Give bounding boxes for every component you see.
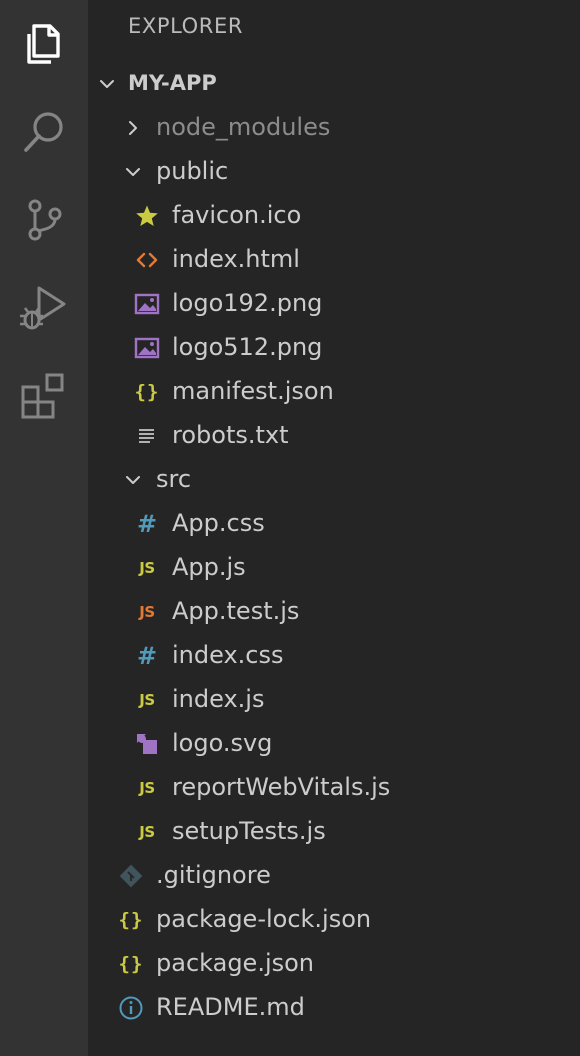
html-icon (134, 246, 160, 274)
css-icon: # (136, 510, 158, 538)
file-setuptests-js[interactable]: JS setupTests.js (88, 810, 580, 854)
tree-item-label: logo192.png (172, 289, 323, 317)
workspace-section-header[interactable]: MY-APP (88, 62, 580, 106)
js-icon: JS (139, 779, 155, 797)
chevron-right-icon (129, 121, 137, 135)
extensions-icon (21, 373, 64, 419)
files-icon (27, 24, 60, 64)
explorer-activity-button[interactable] (0, 0, 88, 88)
chevron-down-icon (100, 80, 114, 88)
file-logo192-png[interactable]: logo192.png (88, 282, 580, 326)
file-gitignore[interactable]: .gitignore (88, 854, 580, 898)
file-package-lock-json[interactable]: {} package-lock.json (88, 898, 580, 942)
explorer-sidebar: EXPLORER MY-APP node_modulespublic favico… (88, 0, 580, 1056)
chevron-down-icon (126, 168, 140, 176)
source-control-activity-button[interactable] (0, 176, 88, 264)
file-app-js[interactable]: JS App.js (88, 546, 580, 590)
json-icon: {} (118, 953, 144, 975)
file-favicon-ico[interactable]: favicon.ico (88, 194, 580, 238)
extensions-activity-button[interactable] (0, 352, 88, 440)
file-package-json[interactable]: {} package.json (88, 942, 580, 986)
tree-item-label: App.test.js (172, 597, 300, 625)
file-index-html[interactable]: index.html (88, 238, 580, 282)
js-icon: JS (139, 559, 155, 577)
folder-node-modules[interactable]: node_modules (88, 106, 580, 150)
js-test-icon: JS (139, 603, 155, 621)
vscode-window: EXPLORER MY-APP node_modulespublic favico… (0, 0, 580, 1056)
file-readme-md[interactable]: README.md (88, 986, 580, 1030)
tree-item-label: src (156, 465, 192, 493)
svg-icon (134, 730, 160, 758)
tree-item-label: package-lock.json (156, 905, 372, 933)
search-icon (24, 112, 63, 152)
file-logo512-png[interactable]: logo512.png (88, 326, 580, 370)
source-control-icon (28, 199, 62, 241)
star-icon (134, 202, 160, 230)
tree-item-label: setupTests.js (172, 817, 326, 845)
folder-public[interactable]: public (88, 150, 580, 194)
workspace-name: MY-APP (128, 71, 217, 95)
file-app-css[interactable]: # App.css (88, 502, 580, 546)
js-icon: JS (139, 691, 155, 709)
tree-item-label: index.css (172, 641, 284, 669)
file-app-test-js[interactable]: JS App.test.js (88, 590, 580, 634)
run-debug-icon (20, 286, 66, 330)
tree-item-label: manifest.json (172, 377, 334, 405)
file-index-css[interactable]: # index.css (88, 634, 580, 678)
tree-item-label: .gitignore (156, 861, 271, 889)
css-icon: # (136, 642, 158, 670)
tree-item-label: reportWebVitals.js (172, 773, 391, 801)
js-icon: JS (139, 823, 155, 841)
tree-item-label: App.css (172, 509, 265, 537)
text-lines-icon (134, 422, 160, 450)
info-icon (118, 994, 144, 1022)
image-icon (134, 334, 160, 362)
file-robots-txt[interactable]: robots.txt (88, 414, 580, 458)
folder-src[interactable]: src (88, 458, 580, 502)
tree-item-label: index.html (172, 245, 300, 273)
file-logo-svg[interactable]: logo.svg (88, 722, 580, 766)
file-manifest-json[interactable]: {} manifest.json (88, 370, 580, 414)
image-icon (134, 290, 160, 318)
git-icon (118, 862, 144, 890)
run-debug-activity-button[interactable] (0, 264, 88, 352)
tree-item-label: App.js (172, 553, 246, 581)
file-reportwebvitals-js[interactable]: JS reportWebVitals.js (88, 766, 580, 810)
activity-bar (0, 0, 88, 1056)
tree-item-label: node_modules (156, 113, 331, 141)
chevron-down-icon (126, 476, 140, 484)
tree-item-label: package.json (156, 949, 315, 977)
tree-item-label: index.js (172, 685, 265, 713)
tree-item-label: public (156, 157, 229, 185)
tree-item-label: robots.txt (172, 421, 289, 449)
json-icon: {} (118, 909, 144, 931)
sidebar-title: EXPLORER (128, 14, 244, 38)
tree-item-label: logo.svg (172, 729, 273, 757)
tree-item-label: logo512.png (172, 333, 323, 361)
search-activity-button[interactable] (0, 88, 88, 176)
tree-item-label: favicon.ico (172, 201, 302, 229)
tree-item-label: README.md (156, 993, 305, 1021)
file-index-js[interactable]: JS index.js (88, 678, 580, 722)
json-icon: {} (134, 381, 160, 403)
